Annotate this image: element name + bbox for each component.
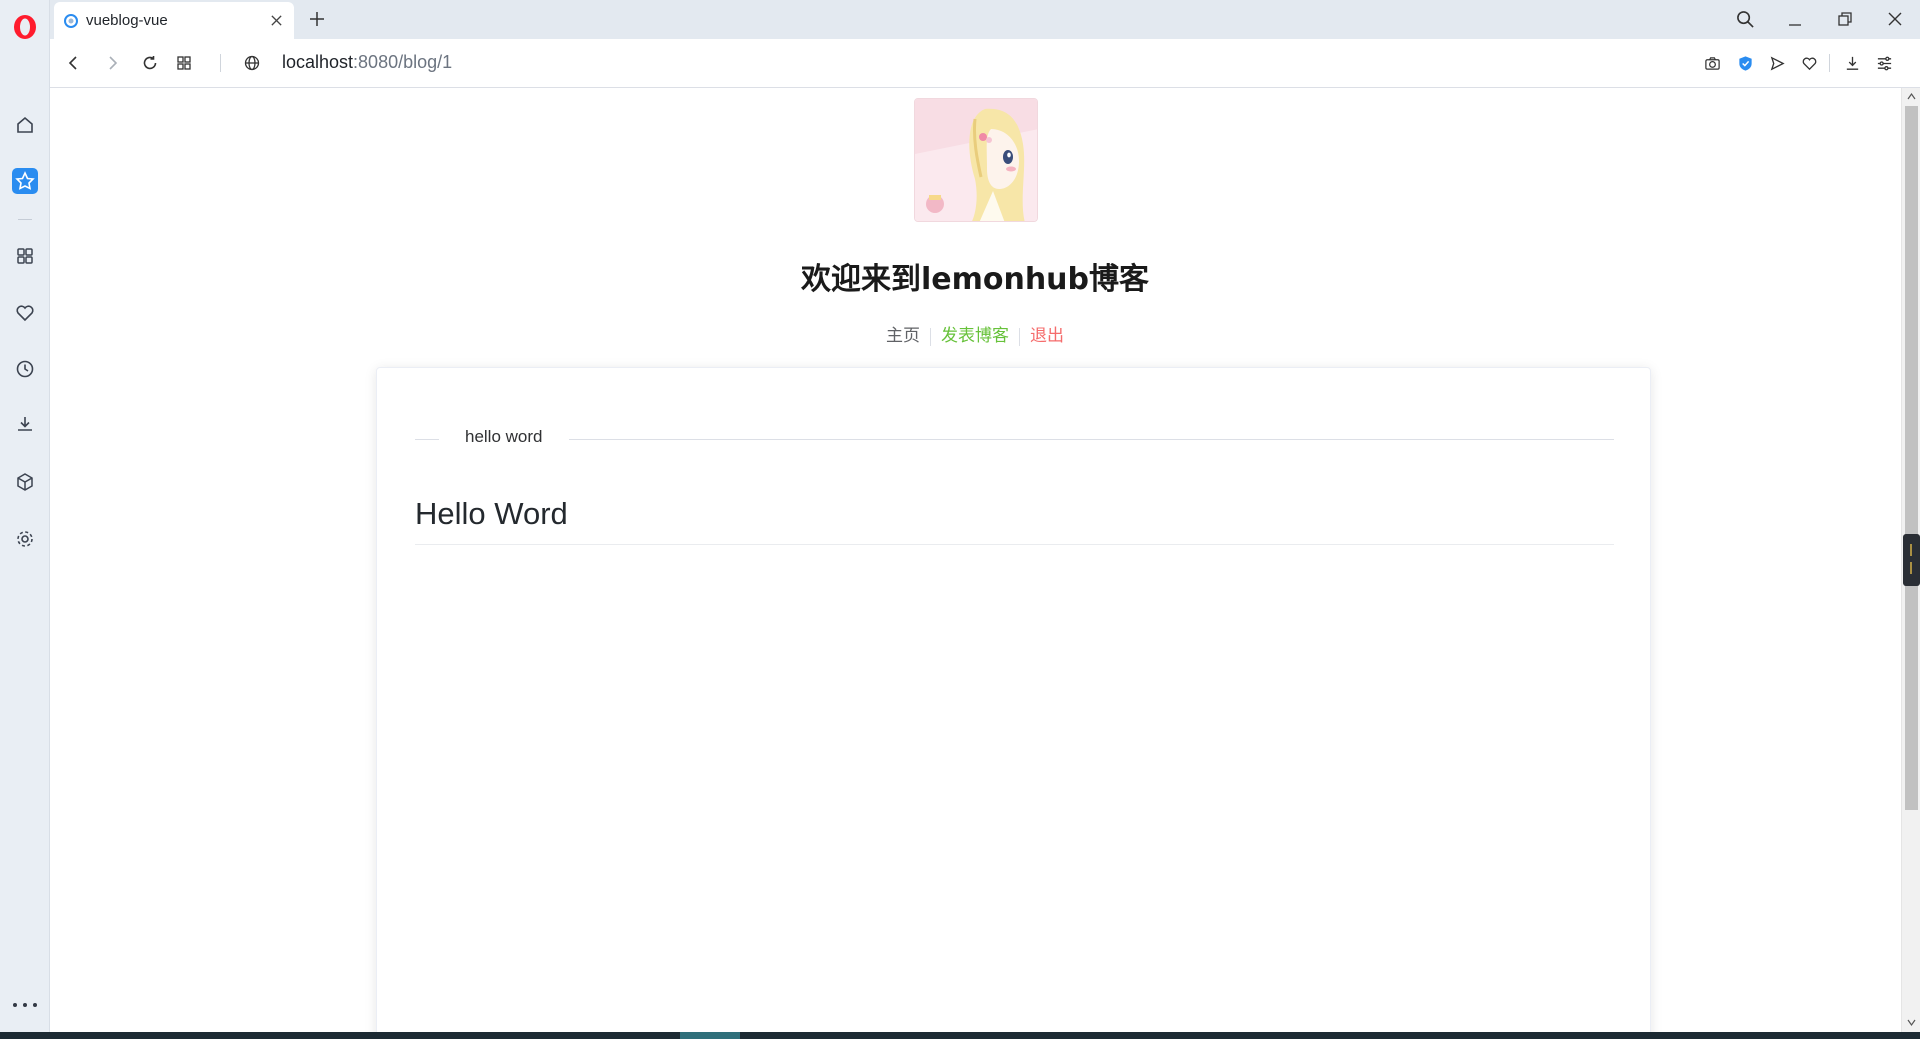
- page-scrollbar[interactable]: [1901, 88, 1920, 1032]
- tabs-overview-icon[interactable]: [172, 51, 196, 75]
- blog-title-divider: [415, 439, 1614, 440]
- url-field[interactable]: localhost:8080/blog/1: [282, 52, 452, 73]
- easy-setup-sliders-icon[interactable]: [1872, 51, 1896, 75]
- opera-logo-icon[interactable]: [12, 14, 38, 40]
- url-path: :8080/blog/1: [353, 52, 453, 72]
- sidebar-home-icon[interactable]: [12, 112, 38, 138]
- scroll-up-arrow-icon[interactable]: [1907, 92, 1916, 101]
- tab-close-icon[interactable]: [268, 13, 284, 29]
- tab-title: vueblog-vue: [86, 12, 168, 29]
- nav-link-post-blog[interactable]: 发表博客: [935, 321, 1015, 346]
- sidebar-clock-icon[interactable]: [12, 356, 38, 382]
- nav-divider: [1019, 327, 1020, 346]
- reload-icon[interactable]: [138, 51, 162, 75]
- sidebar-separator: [18, 219, 32, 220]
- back-icon[interactable]: [62, 51, 86, 75]
- scroll-down-arrow-icon[interactable]: [1907, 1018, 1916, 1027]
- url-host: localhost: [282, 52, 354, 72]
- downloads-icon[interactable]: [1840, 51, 1864, 75]
- sidebar-gear-icon[interactable]: [12, 526, 38, 552]
- nav-separator-right: [1829, 54, 1830, 72]
- nav-link-logout[interactable]: 退出: [1024, 321, 1070, 346]
- window-close-icon[interactable]: [1880, 6, 1910, 32]
- page-viewport: 欢迎来到lemonhub博客 主页 发表博客 退出 hello word Hello…: [50, 88, 1901, 1032]
- page-favicon-icon: [64, 13, 78, 28]
- send-arrow-icon[interactable]: [1765, 51, 1789, 75]
- heading-underline: [415, 544, 1614, 545]
- blog-detail-card: hello word Hello Word: [376, 367, 1651, 1032]
- blog-avatar-image[interactable]: [914, 98, 1038, 222]
- tab-strip: vueblog-vue: [50, 0, 1920, 39]
- nav-divider: [930, 327, 931, 346]
- site-nav: 主页 发表博客 退出: [50, 321, 1900, 346]
- sidebar-tabs-grid-icon[interactable]: [12, 243, 38, 269]
- blog-content-heading: Hello Word: [415, 496, 568, 531]
- scroll-position-marker: [1903, 534, 1920, 586]
- blog-title-divider-text: hello word: [439, 427, 569, 447]
- tab-vueblog[interactable]: vueblog-vue: [54, 2, 294, 39]
- sidebar-download-icon[interactable]: [12, 411, 38, 437]
- bookmark-heart-icon[interactable]: [1797, 51, 1821, 75]
- os-taskbar: [0, 1032, 1920, 1039]
- vpn-shield-icon[interactable]: [1733, 51, 1757, 75]
- new-tab-plus-icon[interactable]: [306, 8, 328, 30]
- address-bar-row: localhost:8080/blog/1: [50, 39, 1920, 88]
- site-title: 欢迎来到lemonhub博客: [800, 262, 1150, 297]
- window-restore-icon[interactable]: [1830, 6, 1860, 32]
- snapshot-camera-icon[interactable]: [1700, 51, 1724, 75]
- sidebar-speed-dial-icon[interactable]: [12, 168, 38, 194]
- nav-separator: [220, 54, 221, 72]
- sidebar-cube-icon[interactable]: [12, 469, 38, 495]
- nav-link-home[interactable]: 主页: [880, 321, 926, 346]
- scrollbar-thumb[interactable]: [1905, 106, 1918, 810]
- tab-search-icon[interactable]: [1730, 6, 1760, 32]
- browser-sidebar: [0, 0, 50, 1039]
- sidebar-heart-icon[interactable]: [12, 300, 38, 326]
- sidebar-more-icon[interactable]: [13, 1000, 37, 1010]
- forward-icon[interactable]: [100, 51, 124, 75]
- window-minimize-icon[interactable]: [1780, 6, 1810, 32]
- site-info-globe-icon[interactable]: [240, 51, 264, 75]
- taskbar-active-app[interactable]: [680, 1032, 740, 1039]
